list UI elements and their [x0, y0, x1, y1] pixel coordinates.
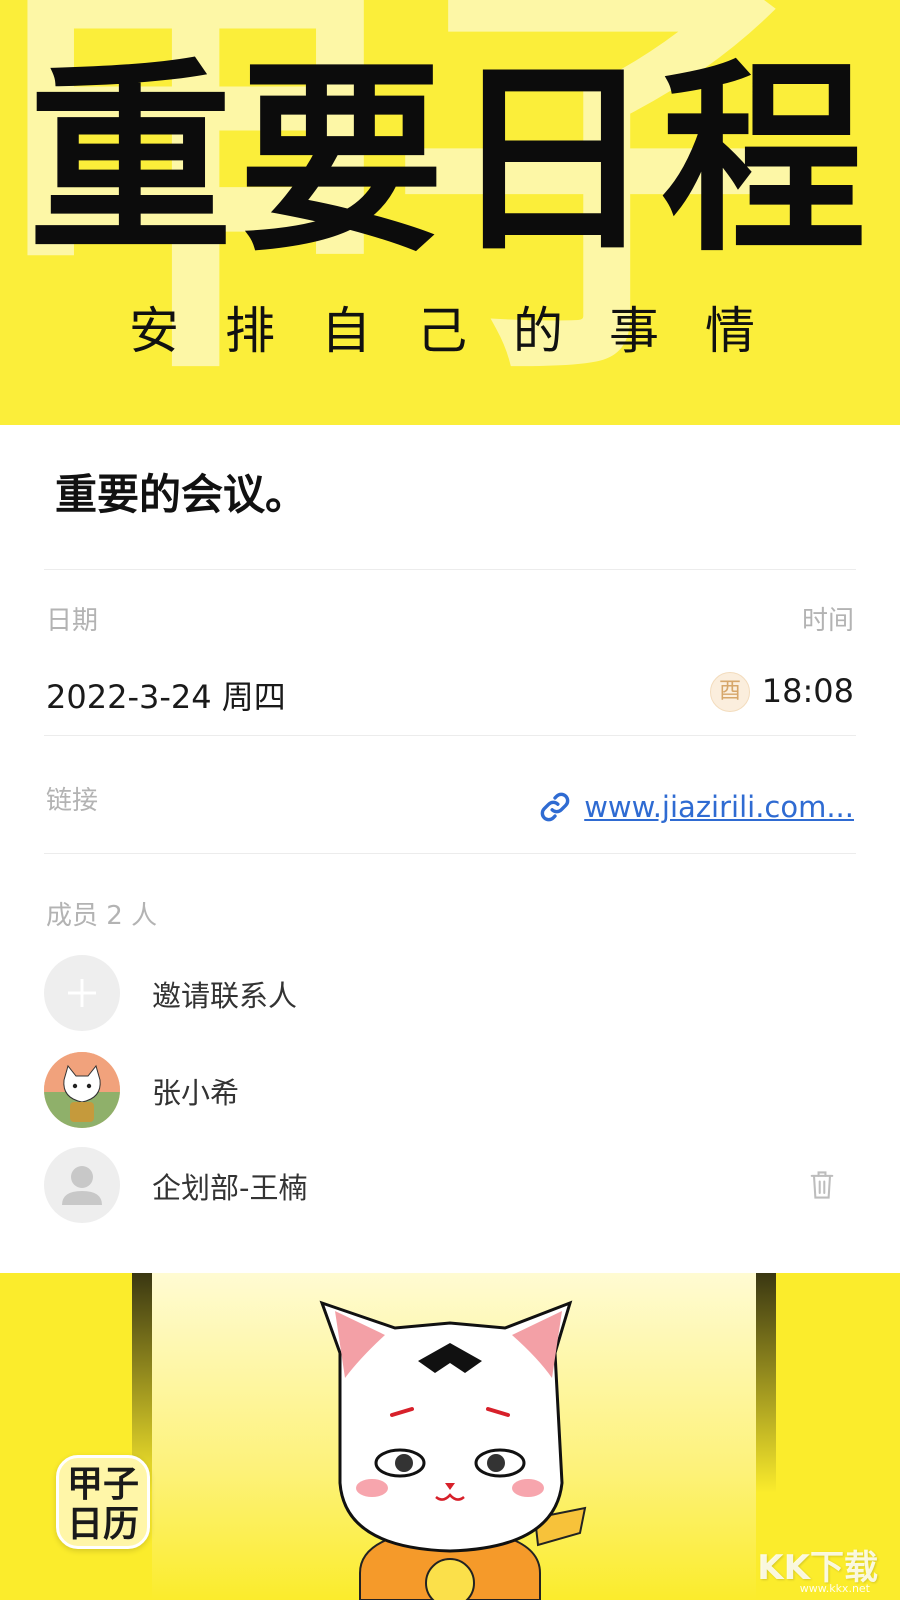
member-name: 企划部-王楠: [152, 1171, 308, 1205]
member-name: 张小希: [152, 1076, 240, 1110]
invite-contact-row[interactable]: 邀请联系人: [44, 955, 856, 1033]
event-detail-card: 重要的会议。 日期 时间 2022-3-24 周四 酉 18:08 链接 www…: [0, 425, 900, 1273]
hero-title: 重要日程: [28, 40, 872, 280]
link-field[interactable]: www.jiazirili.com...: [538, 790, 854, 824]
divider: [44, 853, 856, 854]
app-logo-text-line2: 日历: [66, 1503, 139, 1545]
hero-subtitle: 安排自己的事情: [129, 302, 801, 360]
add-contact-icon[interactable]: [44, 955, 120, 1031]
event-title[interactable]: 重要的会议。: [55, 461, 307, 522]
date-label: 日期: [46, 606, 99, 636]
app-logo-text-line1: 甲子: [66, 1463, 139, 1505]
divider: [44, 735, 856, 736]
invite-contact-label[interactable]: 邀请联系人: [152, 973, 297, 1015]
time-value[interactable]: 18:08: [762, 672, 854, 710]
divider: [44, 569, 856, 570]
members-header: 成员 2 人: [46, 901, 158, 931]
link-url[interactable]: www.jiazirili.com...: [584, 790, 854, 824]
cat-avatar: [44, 1052, 120, 1128]
member-item[interactable]: 张小希: [44, 1052, 856, 1130]
link-label: 链接: [46, 786, 99, 816]
member-item[interactable]: 企划部-王楠: [44, 1147, 856, 1225]
trash-icon[interactable]: [808, 1169, 836, 1201]
pillar-decoration: [756, 1273, 776, 1493]
person-placeholder-icon: [44, 1147, 120, 1223]
promo-footer: 甲子 日历 KK下载 www.kkx.net: [0, 1273, 900, 1600]
watermark-url: www.kkx.net: [799, 1582, 870, 1595]
cat-mascot-illustration: [319, 1300, 587, 1600]
hero-banner: 甲子 重要日程 安排自己的事情: [0, 0, 900, 425]
app-logo-icon: 甲子 日历: [56, 1455, 150, 1549]
time-label: 时间: [801, 606, 854, 636]
link-icon: [540, 792, 570, 822]
date-value[interactable]: 2022-3-24 周四: [46, 672, 286, 718]
hour-badge-icon: 酉: [710, 672, 750, 712]
